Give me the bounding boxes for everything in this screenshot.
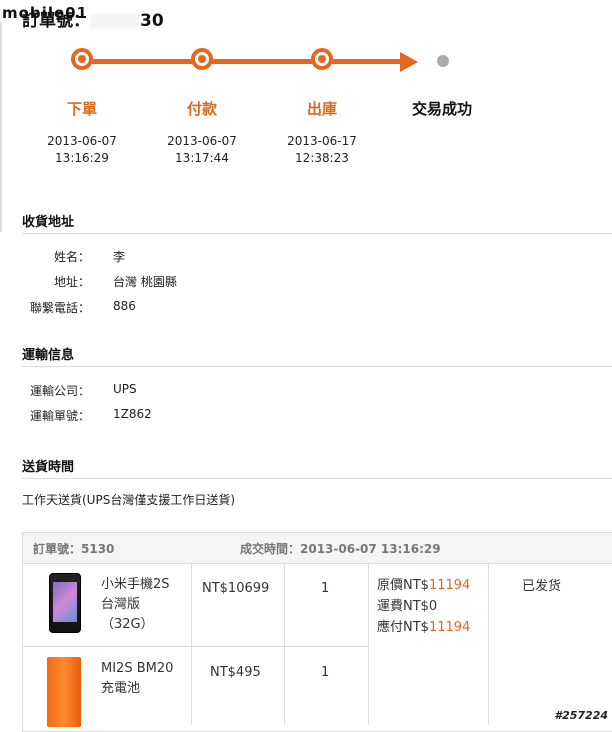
carrier-value: UPS bbox=[113, 382, 137, 396]
step-marker-shipped bbox=[311, 48, 333, 70]
progress-line bbox=[82, 59, 402, 64]
product-image-battery[interactable] bbox=[47, 657, 81, 727]
watermark-number: #257224 bbox=[554, 709, 608, 722]
product-quantity: 1 bbox=[321, 665, 330, 680]
tracking-number[interactable]: 1Z862 bbox=[113, 407, 152, 421]
name-value: 李 bbox=[113, 250, 126, 264]
tracking-label: 運輸單號： bbox=[29, 409, 90, 423]
product-price: NT$10699 bbox=[202, 581, 270, 596]
product-name-battery[interactable]: MI2S BM20 充電池 bbox=[101, 659, 173, 699]
table-deal-time: 成交時間：2013-06-07 13:16:29 bbox=[240, 542, 441, 556]
product-image-phone[interactable] bbox=[49, 573, 81, 633]
table-order-number: 訂單號：5130 bbox=[33, 542, 115, 556]
step-time-payment: 2013-06-07 13:17:44 bbox=[167, 134, 237, 165]
product-quantity: 1 bbox=[321, 581, 330, 596]
step-marker-order bbox=[71, 48, 93, 70]
step-time-shipped: 2013-06-17 12:38:23 bbox=[287, 134, 357, 165]
product-name-phone[interactable]: 小米手機2S 台灣版 （32G） bbox=[101, 575, 170, 635]
address-heading: 收貨地址 bbox=[22, 215, 75, 230]
shipping-heading: 運輸信息 bbox=[22, 348, 75, 363]
col-divider bbox=[284, 563, 285, 725]
shipment-status: 已发货 bbox=[522, 579, 562, 594]
shipping-fee: 運費NT$0 bbox=[377, 599, 438, 614]
divider bbox=[22, 233, 612, 234]
divider bbox=[22, 478, 612, 479]
step-label-complete: 交易成功 bbox=[411, 100, 472, 118]
step-label-shipped: 出庫 bbox=[306, 100, 337, 118]
delivery-heading: 送貨時間 bbox=[22, 460, 75, 475]
phone-value: 886 bbox=[113, 299, 136, 313]
progress-arrow-icon bbox=[400, 52, 418, 72]
original-price: 原價NT$11194 bbox=[377, 578, 471, 593]
order-title-suffix: 30 bbox=[140, 11, 164, 31]
col-divider bbox=[368, 563, 369, 725]
step-label-payment: 付款 bbox=[186, 100, 217, 118]
col-divider bbox=[191, 563, 192, 725]
product-price: NT$495 bbox=[210, 665, 261, 680]
step-time-order: 2013-06-07 13:16:29 bbox=[47, 134, 117, 165]
col-divider bbox=[488, 563, 489, 725]
watermark-logo: mobile01 bbox=[2, 4, 89, 22]
step-marker-payment bbox=[191, 48, 213, 70]
step-marker-complete bbox=[437, 55, 449, 67]
order-summary: 原價NT$11194 運費NT$0 應付NT$11194 bbox=[377, 575, 470, 638]
row-divider bbox=[23, 646, 368, 647]
amount-due: 應付NT$11194 bbox=[377, 620, 471, 635]
delivery-text: 工作天送貨(UPS台灣僅支援工作日送貨) bbox=[22, 493, 236, 507]
phone-label: 聯繫電話： bbox=[29, 301, 90, 315]
divider bbox=[22, 366, 612, 367]
carrier-label: 運輸公司： bbox=[29, 384, 90, 398]
address-label: 地址： bbox=[53, 275, 90, 289]
address-value: 台灣 桃園縣 bbox=[113, 275, 177, 289]
left-border bbox=[0, 22, 2, 232]
name-label: 姓名： bbox=[53, 250, 90, 264]
step-label-order: 下單 bbox=[66, 100, 97, 118]
